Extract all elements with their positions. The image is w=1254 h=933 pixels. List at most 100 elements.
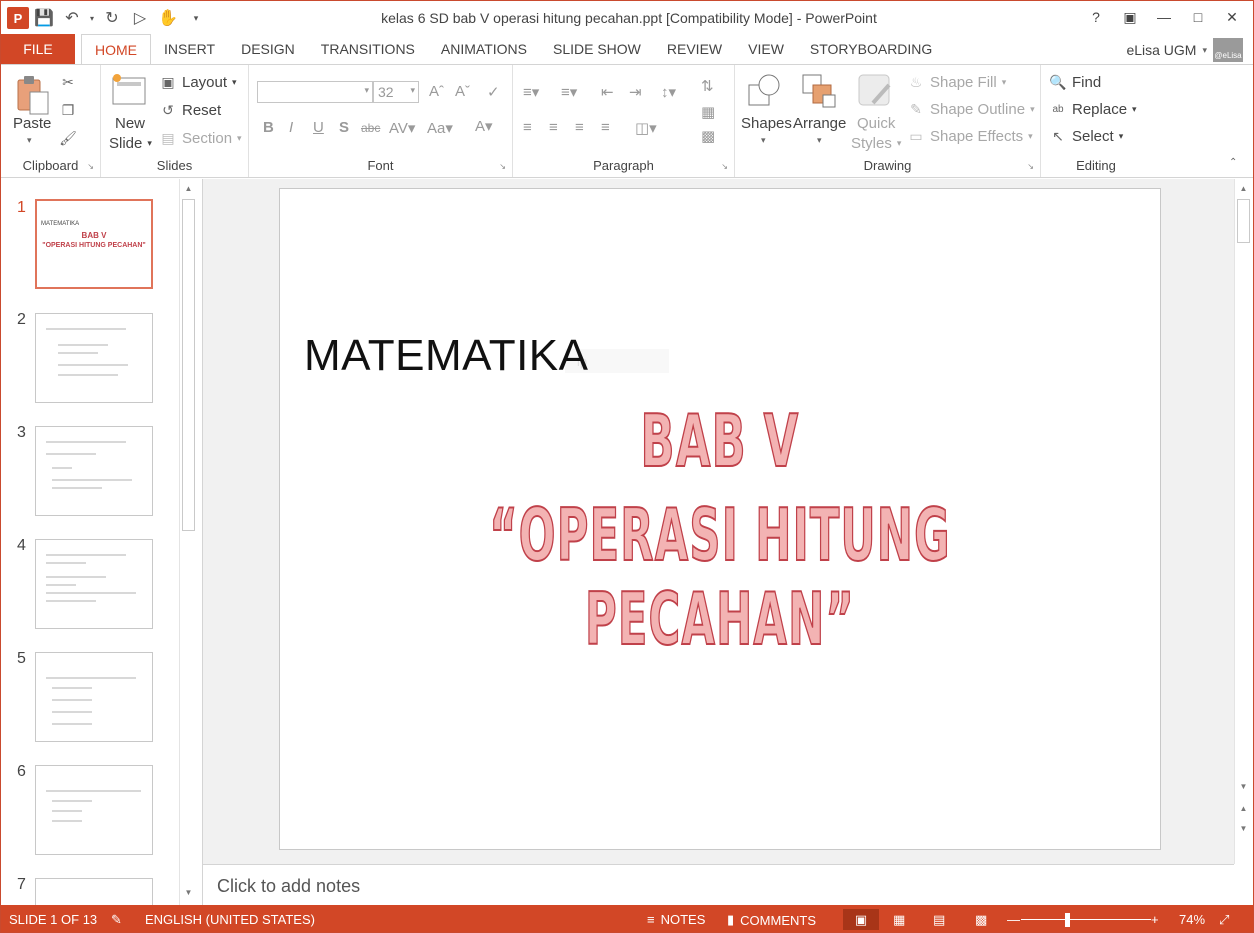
new-slide-button-line1[interactable]: New xyxy=(115,115,145,132)
bold-icon[interactable]: B xyxy=(263,119,274,136)
clipboard-launcher-icon[interactable]: ↘ xyxy=(87,162,94,171)
change-case-icon[interactable]: Aa▾ xyxy=(427,119,453,137)
tab-review[interactable]: REVIEW xyxy=(654,34,735,64)
clear-formatting-icon[interactable]: ✓ xyxy=(487,83,500,101)
tab-storyboarding[interactable]: STORYBOARDING xyxy=(797,34,945,64)
tab-file[interactable]: FILE xyxy=(1,34,75,64)
new-slide-icon[interactable] xyxy=(109,71,149,109)
zoom-in-icon[interactable]: + xyxy=(1151,912,1159,927)
slide-thumbnail-7[interactable] xyxy=(35,878,153,906)
next-slide-icon[interactable]: ▼ xyxy=(1236,821,1251,836)
normal-view-icon[interactable]: ▣ xyxy=(843,909,879,930)
quick-styles-button[interactable]: Styles ▾ xyxy=(851,135,901,152)
align-text-icon[interactable]: ▦ xyxy=(701,103,715,121)
notes-toggle-button[interactable]: ≡ NOTES xyxy=(647,912,705,927)
bullets-icon[interactable]: ≡▾ xyxy=(523,83,539,101)
zoom-level[interactable]: 74% xyxy=(1179,912,1205,927)
spelling-check-icon[interactable]: ✎ xyxy=(111,912,122,928)
font-size-dropdown[interactable]: 32 ▾ xyxy=(373,81,419,103)
shape-effects-button[interactable]: ▭ Shape Effects ▾ xyxy=(907,127,1032,145)
scroll-down-icon[interactable]: ▼ xyxy=(181,885,196,900)
justify-icon[interactable]: ≡ xyxy=(601,119,610,136)
zoom-slider-track[interactable] xyxy=(1021,919,1151,920)
find-button[interactable]: 🔍 Find xyxy=(1049,73,1101,91)
arrange-icon[interactable] xyxy=(799,71,839,111)
arrange-button[interactable]: Arrange xyxy=(793,115,846,132)
slide-scroll-up-icon[interactable]: ▲ xyxy=(1236,181,1251,196)
character-spacing-icon[interactable]: AV▾ xyxy=(389,119,415,137)
thumbnail-scrollbar[interactable]: ▲ ▼ xyxy=(179,179,197,905)
numbering-icon[interactable]: ≡▾ xyxy=(561,83,577,101)
zoom-slider-handle[interactable] xyxy=(1065,913,1070,927)
user-account[interactable]: eLisa UGM ▾ @eLisa xyxy=(1126,38,1243,62)
slide-thumbnail-3[interactable] xyxy=(35,426,153,516)
paragraph-launcher-icon[interactable]: ↘ xyxy=(721,162,728,171)
increase-indent-icon[interactable]: ⇥ xyxy=(629,83,642,101)
previous-slide-icon[interactable]: ▲ xyxy=(1236,801,1251,816)
text-direction-icon[interactable]: ⇅ xyxy=(701,77,714,95)
tab-home[interactable]: HOME xyxy=(81,34,151,65)
slide-thumbnail-4[interactable] xyxy=(35,539,153,629)
decrease-font-size-icon[interactable]: Aˇ xyxy=(455,83,470,100)
language-indicator[interactable]: ENGLISH (UNITED STATES) xyxy=(145,912,315,927)
shape-outline-button[interactable]: ✎ Shape Outline ▾ xyxy=(907,100,1034,118)
strikethrough-icon[interactable]: abc xyxy=(361,121,380,135)
thumbnail-scroll-thumb[interactable] xyxy=(182,199,195,531)
slide-scroll-down-icon[interactable]: ▼ xyxy=(1236,779,1251,794)
replace-button[interactable]: ab Replace ▾ xyxy=(1049,100,1136,118)
increase-font-size-icon[interactable]: Aˆ xyxy=(429,83,444,100)
convert-to-smartart-icon[interactable]: ▩ xyxy=(701,127,715,145)
section-button[interactable]: ▤ Section ▾ xyxy=(159,129,241,147)
reset-button[interactable]: ↺ Reset xyxy=(159,101,221,119)
collapse-ribbon-icon[interactable]: ⌃ xyxy=(1229,157,1237,168)
reading-view-icon[interactable]: ▤ xyxy=(933,912,945,928)
tab-animations[interactable]: ANIMATIONS xyxy=(428,34,540,64)
columns-icon[interactable]: ◫▾ xyxy=(635,119,657,137)
copy-icon[interactable]: ❐ xyxy=(59,101,77,119)
cut-icon[interactable]: ✂ xyxy=(59,73,77,91)
shapes-icon[interactable] xyxy=(745,71,785,111)
font-color-icon[interactable]: A▾ xyxy=(475,117,493,135)
tab-design[interactable]: DESIGN xyxy=(228,34,308,64)
quick-styles-icon[interactable] xyxy=(855,71,895,111)
font-launcher-icon[interactable]: ↘ xyxy=(499,162,506,171)
restore-icon[interactable]: □ xyxy=(1183,5,1213,29)
minimize-icon[interactable]: — xyxy=(1149,5,1179,29)
slide-thumbnail-5[interactable] xyxy=(35,652,153,742)
slide-thumbnail-1[interactable]: MATEMATIKA BAB V "OPERASI HITUNG PECAHAN… xyxy=(35,199,153,289)
decrease-indent-icon[interactable]: ⇤ xyxy=(601,83,614,101)
quick-styles-button-line1[interactable]: Quick xyxy=(857,115,895,132)
close-icon[interactable]: ✕ xyxy=(1217,5,1247,29)
paste-icon[interactable] xyxy=(13,73,51,117)
slide-thumbnail-2[interactable] xyxy=(35,313,153,403)
slide-scroll-thumb[interactable] xyxy=(1237,199,1250,243)
notes-pane[interactable]: Click to add notes xyxy=(202,864,1234,905)
zoom-out-icon[interactable]: — xyxy=(1007,912,1020,927)
slide-title[interactable]: MATEMATIKA xyxy=(304,331,589,381)
slide-scrollbar[interactable]: ▲ ▼ ▲ ▼ xyxy=(1234,179,1252,864)
arrange-dropdown-icon[interactable]: ▾ xyxy=(817,135,822,146)
tab-insert[interactable]: INSERT xyxy=(151,34,228,64)
tab-view[interactable]: VIEW xyxy=(735,34,797,64)
line-spacing-icon[interactable]: ↕▾ xyxy=(661,83,676,101)
font-name-dropdown[interactable]: ▾ xyxy=(257,81,373,103)
shapes-dropdown-icon[interactable]: ▾ xyxy=(761,135,766,146)
align-left-icon[interactable]: ≡ xyxy=(523,119,532,136)
drawing-launcher-icon[interactable]: ↘ xyxy=(1027,162,1034,171)
tab-slide-show[interactable]: SLIDE SHOW xyxy=(540,34,654,64)
align-center-icon[interactable]: ≡ xyxy=(549,119,558,136)
shape-fill-button[interactable]: ♨ Shape Fill ▾ xyxy=(907,73,1007,91)
tab-transitions[interactable]: TRANSITIONS xyxy=(308,34,428,64)
slide-show-view-icon[interactable]: ▩ xyxy=(975,912,987,928)
text-shadow-icon[interactable]: S xyxy=(339,119,349,136)
shapes-button[interactable]: Shapes xyxy=(741,115,792,132)
ribbon-display-options-icon[interactable]: ▣ xyxy=(1115,5,1145,29)
new-slide-button[interactable]: Slide ▾ xyxy=(109,135,152,152)
scroll-up-icon[interactable]: ▲ xyxy=(181,181,196,196)
italic-icon[interactable]: I xyxy=(289,119,293,136)
wordart-line-2[interactable]: “OPERASI HITUNG PECAHAN” xyxy=(360,492,1080,662)
underline-icon[interactable]: U xyxy=(313,119,324,136)
fit-slide-icon[interactable]: ⤢ xyxy=(1219,912,1229,928)
comments-toggle-button[interactable]: ▮ COMMENTS xyxy=(727,912,816,928)
paste-button[interactable]: Paste xyxy=(13,115,51,132)
